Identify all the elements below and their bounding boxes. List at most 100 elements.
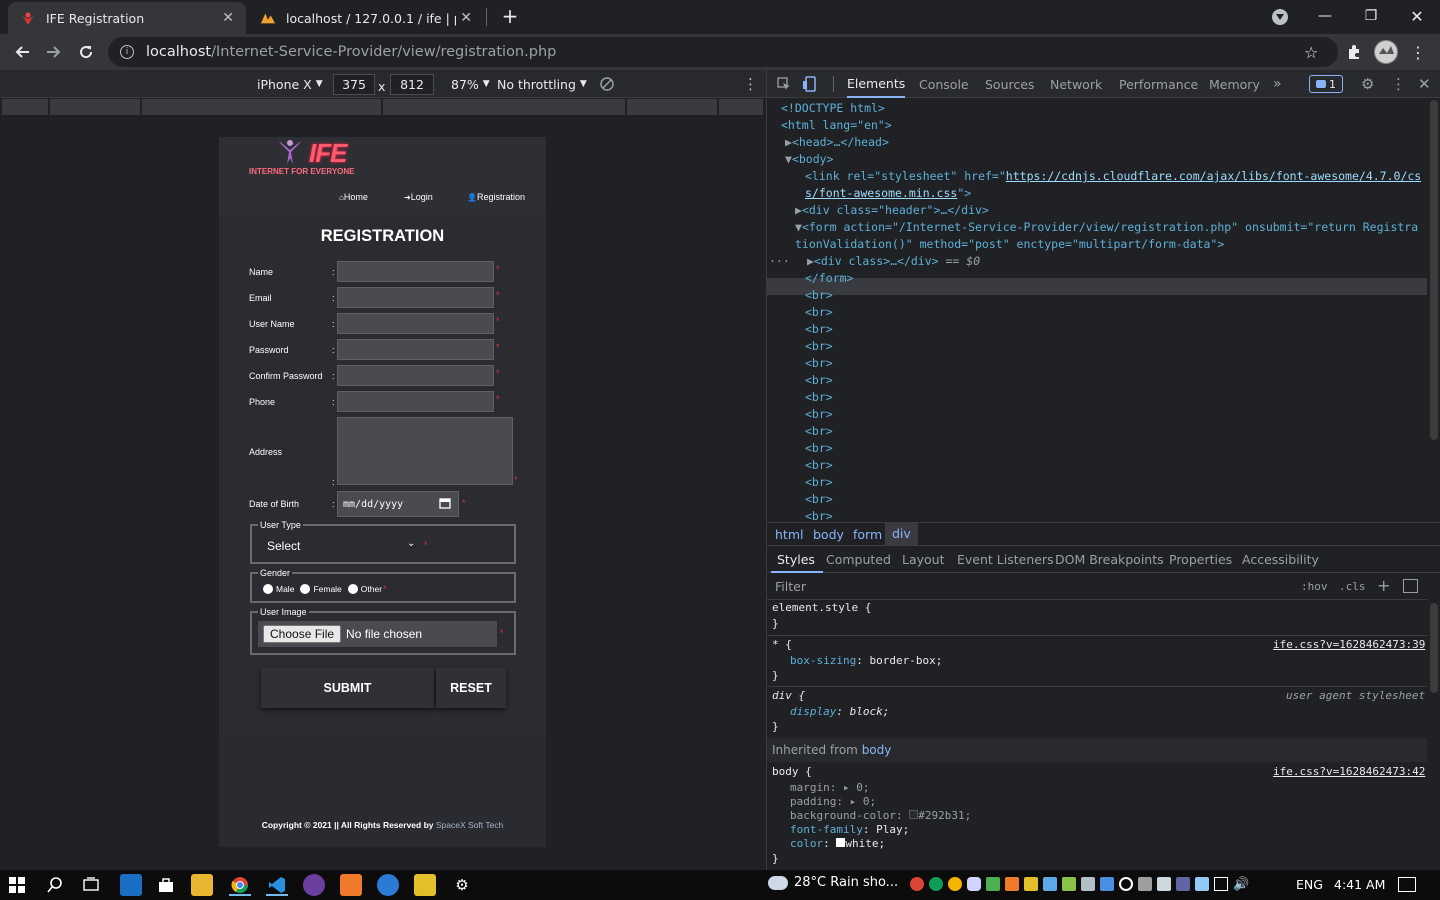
dom-scrollbar[interactable] <box>1427 98 1440 520</box>
settings-gear-icon[interactable]: ⚙ <box>1361 70 1374 98</box>
radio-other[interactable] <box>347 584 358 594</box>
crumb-form[interactable]: form <box>853 527 882 542</box>
tab-performance[interactable]: Performance <box>1119 70 1198 98</box>
element-style-selector[interactable]: element.style { <box>772 601 871 614</box>
tray-app-icon[interactable] <box>1062 877 1076 891</box>
display-declaration[interactable]: display: block; <box>790 705 889 718</box>
name-input[interactable] <box>337 261 494 282</box>
new-style-rule-icon[interactable]: + <box>1377 576 1390 595</box>
user-type-select[interactable]: Select ⌄ <box>259 535 421 557</box>
dom-br[interactable]: <br> <box>805 372 833 389</box>
phone-link-icon[interactable] <box>120 874 142 896</box>
tray-app-icon[interactable] <box>1157 877 1171 891</box>
input-language[interactable]: ENG <box>1296 877 1323 892</box>
devtools-menu-icon[interactable]: ⋮ <box>1391 70 1406 98</box>
dom-html[interactable]: <html lang="en"> <box>781 117 892 134</box>
restore-icon[interactable]: ❐ <box>1348 0 1394 32</box>
dom-head[interactable]: ▶<head>…</head> <box>785 134 889 151</box>
nav-home[interactable]: ⌂ Home <box>339 192 368 202</box>
body-rule-source-link[interactable]: ife.css?v=1628462473:42 <box>1273 765 1425 778</box>
rotate-icon[interactable] <box>600 75 614 93</box>
zoom-select[interactable]: 87% ▼ <box>451 75 490 93</box>
dom-body[interactable]: ▼<body> <box>785 151 833 168</box>
power-icon[interactable] <box>1119 877 1133 891</box>
tray-app-icon[interactable] <box>1138 877 1152 891</box>
profile-avatar[interactable] <box>1374 40 1398 64</box>
dom-br[interactable]: <br> <box>805 440 833 457</box>
password-input[interactable] <box>337 339 494 360</box>
tray-app-icon[interactable] <box>910 877 924 891</box>
crumb-html[interactable]: html <box>775 527 803 542</box>
back-icon[interactable] <box>8 38 36 66</box>
chrome-icon[interactable] <box>229 874 251 896</box>
xampp-icon[interactable] <box>340 874 362 896</box>
tab-memory[interactable]: Memory <box>1209 70 1260 98</box>
device-toolbar-more-icon[interactable]: ⋮ <box>743 75 758 93</box>
reload-icon[interactable] <box>72 38 100 66</box>
tray-app-icon[interactable] <box>1024 877 1038 891</box>
collapse-arrow-icon[interactable]: ▼ <box>795 220 802 234</box>
teams-icon[interactable] <box>1176 877 1190 891</box>
styles-scrollbar-thumb[interactable] <box>1430 603 1438 693</box>
tray-app-icon[interactable] <box>1081 877 1095 891</box>
dom-scrollbar-thumb[interactable] <box>1430 100 1438 440</box>
media-query-segment[interactable] <box>50 99 141 115</box>
choose-file-button[interactable]: Choose File <box>263 625 342 643</box>
font-family-declaration[interactable]: font-family: Play; <box>790 823 909 836</box>
expand-arrow-icon[interactable]: ▶ <box>807 254 814 268</box>
device-width-input[interactable]: 375 <box>333 74 375 95</box>
close-window-icon[interactable]: ✕ <box>1394 0 1440 32</box>
close-tab-icon[interactable]: ✕ <box>222 10 234 26</box>
dom-header-div[interactable]: ▶<div class="header">…</div> <box>795 202 989 219</box>
subtab-properties[interactable]: Properties <box>1169 552 1232 567</box>
computed-sidebar-toggle-icon[interactable] <box>1403 579 1418 593</box>
device-height-input[interactable]: 812 <box>390 74 434 95</box>
edge-icon[interactable] <box>377 874 399 896</box>
color-declaration[interactable]: color: white; <box>790 837 885 850</box>
address-bar[interactable]: i localhost/Internet-Service-Provider/vi… <box>108 37 1338 67</box>
dom-br[interactable]: <br> <box>805 423 833 440</box>
device-mode-icon[interactable] <box>803 70 817 98</box>
github-desktop-icon[interactable] <box>303 874 325 896</box>
collapse-arrow-icon[interactable]: ▼ <box>785 152 792 166</box>
margin-declaration[interactable]: margin: ▸ 0; <box>790 781 870 794</box>
file-explorer-icon[interactable] <box>191 874 213 896</box>
media-player-icon[interactable] <box>414 874 436 896</box>
address-textarea[interactable] <box>337 417 513 485</box>
media-query-segment[interactable] <box>627 99 718 115</box>
padding-declaration[interactable]: padding: ▸ 0; <box>790 795 876 808</box>
div-selector[interactable]: div { <box>772 689 805 702</box>
tray-app-icon[interactable] <box>1100 877 1114 891</box>
xampp-tray-icon[interactable] <box>1005 877 1019 891</box>
dom-link[interactable]: <link rel="stylesheet" href="https://cdn… <box>805 168 1427 202</box>
new-tab-button[interactable]: + <box>498 4 522 28</box>
dom-br[interactable]: <br> <box>805 389 833 406</box>
radio-female[interactable] <box>300 584 311 594</box>
radio-male[interactable] <box>263 584 273 594</box>
extensions-icon[interactable] <box>1340 38 1368 66</box>
calendar-icon[interactable] <box>439 497 451 512</box>
media-query-segment[interactable] <box>2 99 49 115</box>
device-select[interactable]: iPhone X ▼ <box>257 75 323 93</box>
browser-menu-icon[interactable]: ⋮ <box>1404 38 1432 66</box>
dom-br[interactable]: <br> <box>805 304 833 321</box>
styles-scrollbar[interactable] <box>1427 601 1440 870</box>
dom-tree[interactable]: <!DOCTYPE html> <html lang="en"> ▶<head>… <box>767 98 1427 520</box>
media-query-segment[interactable] <box>719 99 764 115</box>
tray-app-icon[interactable] <box>948 877 962 891</box>
dom-br[interactable]: <br> <box>805 406 833 423</box>
background-color-declaration[interactable]: background-color: #292b31; <box>790 809 971 822</box>
crumb-div[interactable]: div <box>885 523 918 545</box>
tab-console[interactable]: Console <box>919 70 969 98</box>
tab-phpmyadmin[interactable]: localhost / 127.0.0.1 / ife | phpMy ✕ <box>248 2 484 34</box>
nav-login[interactable]: ➜ Login <box>404 192 433 202</box>
dom-form-close[interactable]: </form> <box>805 270 853 287</box>
inspect-element-icon[interactable] <box>777 70 791 98</box>
expand-arrow-icon[interactable]: ▶ <box>785 135 792 149</box>
nav-registration[interactable]: 👤 Registration <box>467 192 525 202</box>
tray-app-icon[interactable] <box>986 877 1000 891</box>
user-image-input[interactable]: Choose File No file chosen <box>258 621 497 647</box>
throttling-select[interactable]: No throttling ▼ <box>497 75 587 93</box>
subtab-accessibility[interactable]: Accessibility <box>1242 552 1319 567</box>
tray-app-icon[interactable] <box>1043 877 1057 891</box>
